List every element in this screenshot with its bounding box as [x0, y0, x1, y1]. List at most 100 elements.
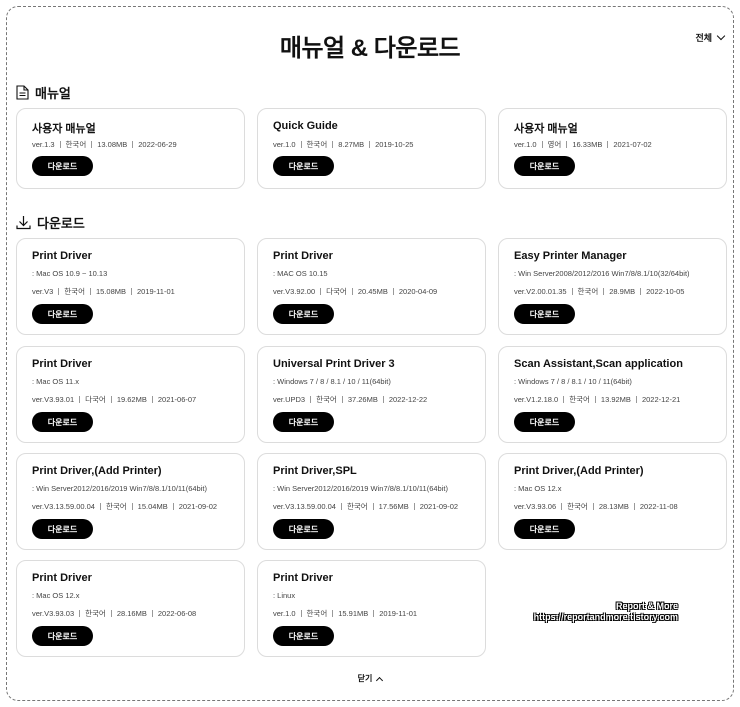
- meta-separator: [300, 141, 302, 148]
- file-card: 사용자 매뉴얼 ver.1.3 한국어 13.08MB 2022-06-29 다운로드: [16, 108, 245, 189]
- meta-separator: [58, 288, 60, 295]
- meta-separator: [561, 503, 563, 510]
- section-download: 다운로드: [16, 213, 85, 232]
- meta-separator: [332, 610, 334, 617]
- file-card: Scan Assistant,Scan application: Windows…: [498, 346, 727, 443]
- close-area: 닫기: [0, 673, 740, 684]
- meta-separator: [59, 141, 61, 148]
- file-card: Print Driver: Mac OS 10.9 ~ 10.13 ver.V3 한…: [16, 238, 245, 335]
- meta-ver: ver.V3.93.01: [32, 395, 75, 404]
- meta-separator: [563, 396, 565, 403]
- download-button[interactable]: 다운로드: [514, 412, 575, 432]
- meta-separator: [635, 396, 637, 403]
- meta-lang: 한국어: [577, 287, 599, 296]
- meta-separator: [340, 503, 342, 510]
- meta-size: 28.13MB: [598, 502, 629, 511]
- card-meta: ver.V2.00.01.35 한국어 28.9MB 2022-10-05: [514, 286, 684, 297]
- card-title: Print Driver: [32, 572, 92, 584]
- download-button[interactable]: 다운로드: [273, 156, 334, 176]
- card-title: Print Driver: [32, 358, 92, 370]
- card-os: : Mac OS 12.x: [514, 484, 562, 493]
- meta-lang: 다국어: [85, 395, 106, 404]
- download-button[interactable]: 다운로드: [32, 304, 93, 324]
- meta-date: 2022-11-08: [639, 502, 678, 511]
- meta-lang: 한국어: [306, 140, 328, 149]
- close-button[interactable]: 닫기: [357, 673, 384, 684]
- meta-lang: 한국어: [569, 395, 590, 404]
- meta-separator: [151, 396, 153, 403]
- meta-separator: [633, 503, 635, 510]
- meta-size: 13.92MB: [600, 395, 631, 404]
- meta-separator: [566, 141, 568, 148]
- file-card: Quick Guide ver.1.0 한국어 8.27MB 2019-10-25 다운로…: [257, 108, 486, 189]
- meta-separator: [79, 396, 81, 403]
- meta-separator: [541, 141, 543, 148]
- meta-ver: ver.V3.92.00: [273, 287, 316, 296]
- meta-separator: [372, 503, 374, 510]
- card-meta: ver.V3.92.00 다국어 20.45MB 2020-04-09: [273, 286, 437, 297]
- card-os: : Mac OS 10.9 ~ 10.13: [32, 269, 108, 278]
- meta-separator: [351, 288, 353, 295]
- meta-separator: [310, 396, 312, 403]
- download-button[interactable]: 다운로드: [32, 412, 93, 432]
- card-os: : Mac OS 11.x: [32, 377, 79, 386]
- file-card: Print Driver,SPL: Win Server2012/2016/20…: [257, 453, 486, 550]
- download-button[interactable]: 다운로드: [273, 412, 334, 432]
- meta-lang: 한국어: [567, 502, 588, 511]
- meta-size: 28.9MB: [609, 287, 636, 296]
- watermark-line-2: https://reportandmore.tistory.com: [533, 612, 678, 622]
- section-download-label: 다운로드: [37, 216, 85, 231]
- meta-ver: ver.1.0: [514, 140, 537, 149]
- card-meta: ver.V1.2.18.0 한국어 13.92MB 2022-12-21: [514, 394, 680, 405]
- meta-ver: ver.V3.13.59.00.04: [273, 502, 336, 511]
- meta-separator: [300, 610, 302, 617]
- download-button[interactable]: 다운로드: [514, 304, 575, 324]
- card-title: Scan Assistant,Scan application: [514, 358, 683, 370]
- meta-lang: 한국어: [346, 502, 368, 511]
- download-button[interactable]: 다운로드: [273, 304, 334, 324]
- card-title: Easy Printer Manager: [514, 250, 627, 262]
- download-button[interactable]: 다운로드: [514, 156, 575, 176]
- meta-size: 15.91MB: [338, 609, 369, 618]
- card-os: : Win Server2012/2016/2019 Win7/8/8.1/10…: [273, 484, 448, 493]
- meta-separator: [640, 288, 642, 295]
- meta-separator: [571, 288, 573, 295]
- download-button[interactable]: 다운로드: [273, 519, 334, 539]
- meta-size: 15.04MB: [137, 502, 168, 511]
- card-title: Print Driver: [32, 250, 92, 262]
- close-label: 닫기: [357, 674, 373, 683]
- meta-lang: 한국어: [85, 609, 106, 618]
- meta-size: 20.45MB: [357, 287, 388, 296]
- download-button[interactable]: 다운로드: [32, 626, 93, 646]
- file-card: Print Driver: Mac OS 12.x ver.V3.93.03 한국어…: [16, 560, 245, 657]
- download-button[interactable]: 다운로드: [32, 519, 93, 539]
- meta-date: 2019-10-25: [375, 140, 414, 149]
- meta-ver: ver.V2.00.01.35: [514, 287, 567, 296]
- meta-size: 28.16MB: [116, 609, 147, 618]
- card-meta: ver.1.3 한국어 13.08MB 2022-06-29: [32, 139, 177, 150]
- download-button[interactable]: 다운로드: [273, 626, 334, 646]
- card-os: : Win Server2012/2016/2019 Win7/8/8.1/10…: [32, 484, 207, 493]
- page-title: 매뉴얼 & 다운로드: [279, 35, 461, 62]
- meta-size: 15.08MB: [95, 287, 126, 296]
- card-title: Print Driver,(Add Printer): [32, 465, 162, 477]
- meta-size: 17.56MB: [378, 502, 409, 511]
- meta-separator: [341, 396, 343, 403]
- card-meta: ver.1.0 영어 16.33MB 2021-07-02: [514, 139, 652, 150]
- filter-dropdown[interactable]: 전체: [695, 31, 726, 44]
- meta-separator: [382, 396, 384, 403]
- filter-label: 전체: [695, 33, 712, 43]
- meta-date: 2019-11-01: [379, 609, 418, 618]
- watermark: Report & More https://reportandmore.tist…: [534, 601, 678, 623]
- download-button[interactable]: 다운로드: [32, 156, 93, 176]
- meta-date: 2021-07-02: [613, 140, 652, 149]
- file-card: 사용자 매뉴얼 ver.1.0 영어 16.33MB 2021-07-02 다운로드: [498, 108, 727, 189]
- meta-lang: 한국어: [306, 609, 328, 618]
- card-title: 사용자 매뉴얼: [514, 123, 578, 135]
- card-title: Quick Guide: [273, 120, 338, 132]
- meta-date: 2022-12-21: [641, 395, 681, 404]
- file-card: Print Driver: Linux ver.1.0 한국어 15.91MB 2019…: [257, 560, 486, 657]
- meta-date: 2022-12-22: [388, 395, 428, 404]
- card-meta: ver.1.0 한국어 8.27MB 2019-10-25: [273, 139, 413, 150]
- download-button[interactable]: 다운로드: [514, 519, 575, 539]
